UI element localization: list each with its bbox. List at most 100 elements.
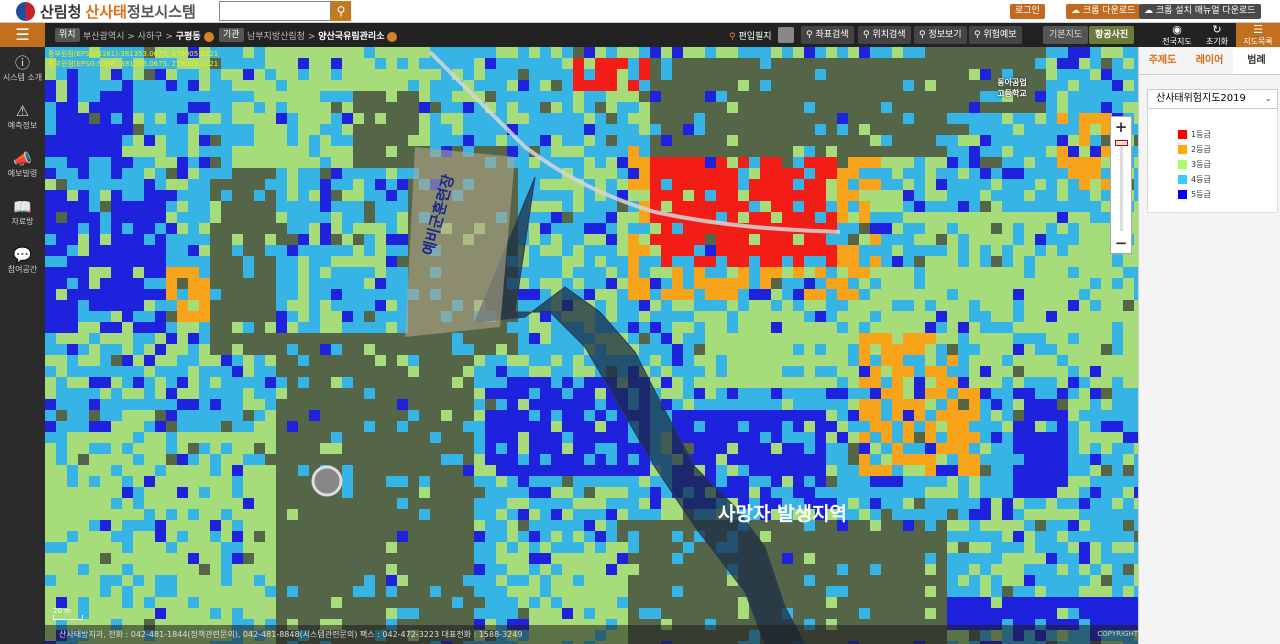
sidebar-item-intro[interactable]: ⓘ 시스템 소개 [0,47,45,95]
chevron-down-icon[interactable] [387,31,398,42]
risk-cell [914,399,925,410]
risk-cell [320,124,331,135]
risk-cell [826,443,837,454]
map-footer: 산사태방지과, 전화 : 042-481-1844(정책관련문의), 042-4… [45,625,1138,644]
zoom-handle[interactable] [1115,140,1128,146]
risk-cell [925,564,936,575]
risk-cell [177,113,188,124]
risk-cell [1068,146,1079,157]
login-button[interactable]: 로그인 [1010,4,1045,19]
risk-cell [1024,113,1035,124]
risk-cell [221,102,232,113]
risk-cell [408,355,419,366]
risk-forecast-button[interactable]: ⚲ 위험예보 [969,26,1022,44]
reset-button[interactable]: ↻ 초기화 [1197,23,1237,47]
risk-cell [793,465,804,476]
risk-cell [364,69,375,80]
map-list-button[interactable]: ☰ 지도목록 [1236,23,1280,47]
risk-cell [155,498,166,509]
risk-cell [925,410,936,421]
location-breadcrumb[interactable]: 부산광역시 > 사하구 > 구평동 [83,29,214,42]
location-search-button[interactable]: ⚲ 위치검색 [858,26,911,44]
sidebar-item-warning[interactable]: 📣 예보발령 [0,143,45,191]
risk-cell [936,399,947,410]
risk-cell [903,421,914,432]
basemap-aerial-button[interactable]: 항공사진 [1089,26,1135,44]
risk-cell [606,47,617,58]
risk-cell [1101,300,1112,311]
risk-cell [716,289,727,300]
risk-cell [1013,498,1024,509]
risk-cell [56,487,67,498]
risk-cell [705,311,716,322]
chevron-down-icon[interactable] [203,31,214,42]
risk-cell [265,575,276,586]
risk-cell [826,212,837,223]
risk-cell [958,311,969,322]
risk-cell [870,421,881,432]
risk-cell [254,454,265,465]
agency-breadcrumb[interactable]: 남부지방산림청 > 양산국유림관리소 [247,29,398,42]
risk-cell [133,300,144,311]
risk-cell [562,608,573,619]
sidebar-item-forecast[interactable]: ⚠ 예측정보 [0,95,45,143]
risk-cell [1035,410,1046,421]
risk-cell [859,443,870,454]
national-map-button[interactable]: ◉ 전국지도 [1157,23,1197,47]
zoom-in-button[interactable]: + [1111,117,1131,137]
risk-cell [419,135,430,146]
risk-cell [265,135,276,146]
legend-map-select[interactable]: 산사태위험지도2019 ⌄ [1147,89,1278,109]
sidebar-item-community[interactable]: 💬 참여공간 [0,239,45,287]
risk-cell [815,366,826,377]
risk-cell [111,234,122,245]
tab-layers[interactable]: 레이어 [1186,47,1233,74]
risk-cell [265,355,276,366]
risk-cell [551,564,562,575]
basemap-default-button[interactable]: 기본지도 [1043,26,1089,44]
risk-cell [925,168,936,179]
edit-parcel-tool[interactable]: ⚲ 편입필지 [729,29,772,42]
risk-cell [848,168,859,179]
risk-cell [1068,135,1079,146]
risk-cell [166,520,177,531]
risk-cell [562,157,573,168]
menu-button[interactable]: ☰ [0,23,45,47]
risk-cell [551,586,562,597]
search-input[interactable] [219,1,331,21]
risk-cell [837,410,848,421]
risk-cell [199,432,210,443]
risk-cell [199,465,210,476]
risk-cell [331,179,342,190]
risk-cell [771,201,782,212]
risk-cell [903,223,914,234]
search-button[interactable]: ⚲ [331,1,351,21]
risk-cell [914,179,925,190]
risk-cell [243,421,254,432]
tab-legend[interactable]: 범례 [1233,47,1280,74]
risk-cell [144,487,155,498]
risk-cell [650,487,661,498]
risk-cell [111,443,122,454]
risk-cell [276,322,287,333]
chrome-manual-button[interactable]: ☁ 크롬 설치 매뉴얼 다운로드 [1139,4,1261,19]
zoom-track[interactable] [1120,139,1123,231]
map-icon[interactable] [778,27,794,43]
chrome-download-button[interactable]: ☁ 크롬 다운로드 [1066,4,1141,19]
site-logo[interactable]: 산림청 산사태 정보시스템 [16,2,196,21]
risk-cell [353,311,364,322]
risk-cell [188,256,199,267]
tab-theme-map[interactable]: 주제도 [1139,47,1186,74]
risk-cell [595,91,606,102]
risk-cell [177,377,188,388]
zoom-out-button[interactable]: − [1111,233,1131,253]
map-canvas[interactable]: 중부원점(EPSG:5181):381353.0675, 179005.0221… [45,47,1138,644]
info-view-button[interactable]: ⚲ 정보보기 [914,26,967,44]
risk-cell [1046,366,1057,377]
risk-cell [551,366,562,377]
risk-cell [551,377,562,388]
coord-search-button[interactable]: ⚲ 좌표검색 [801,26,854,44]
risk-cell [738,201,749,212]
sidebar-item-library[interactable]: 📖 자료방 [0,191,45,239]
risk-cell [56,102,67,113]
